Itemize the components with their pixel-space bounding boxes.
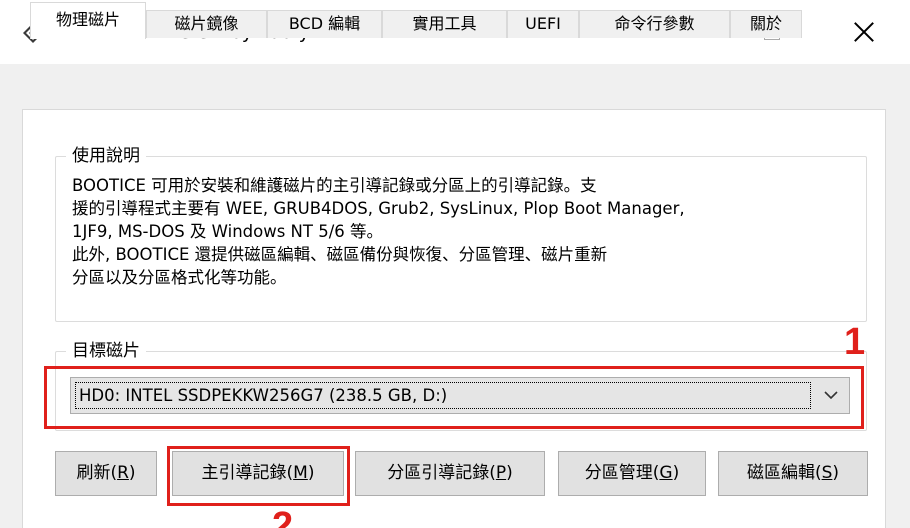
usage-line: 1JF9, MS-DOS 及 Windows NT 5/6 等。	[72, 222, 384, 241]
tab-bcd-edit[interactable]: BCD 編輯	[267, 10, 382, 38]
pbr-button[interactable]: 分區引導記錄(P)	[355, 451, 545, 496]
close-icon	[854, 22, 874, 42]
usage-line: 此外, BOOTICE 還提供磁區編輯、磁區備份與恢復、分區管理、磁片重新	[72, 245, 608, 264]
tab-uefi[interactable]: UEFI	[507, 10, 579, 38]
usage-group-title: 使用說明	[66, 144, 146, 168]
tab-about[interactable]: 關於	[730, 10, 802, 38]
usage-line: 援的引導程式主要有 WEE, GRUB4DOS, Grub2, SysLinux…	[72, 199, 685, 218]
refresh-button[interactable]: 刷新(R)	[55, 451, 157, 496]
annotation-number-1: 1	[844, 321, 866, 363]
tab-physical-disk[interactable]: 物理磁片	[30, 2, 146, 39]
tab-disk-image[interactable]: 磁片鏡像	[146, 10, 267, 38]
target-disk-group-title: 目標磁片	[66, 339, 146, 363]
partition-manage-button[interactable]: 分區管理(G)	[558, 451, 706, 496]
close-button[interactable]	[818, 0, 910, 64]
annotation-box-1	[44, 366, 864, 429]
tab-utilities[interactable]: 實用工具	[382, 10, 507, 38]
annotation-number-2: 2	[272, 505, 294, 528]
sector-edit-button[interactable]: 磁區編輯(S)	[718, 451, 868, 496]
usage-line: 分區以及分區格式化等功能。	[72, 268, 287, 287]
annotation-box-2	[167, 446, 350, 506]
usage-description: BOOTICE 可用於安裝和維護磁片的主引導記錄或分區上的引導記錄。支 援的引導…	[72, 174, 862, 289]
tab-command-line[interactable]: 命令行參數	[579, 10, 730, 38]
usage-line: BOOTICE 可用於安裝和維護磁片的主引導記錄或分區上的引導記錄。支	[72, 176, 597, 195]
bootice-window: BOOTICE v1.3.3 - by Pauly 物理磁片 磁片鏡像 BCD …	[0, 0, 910, 528]
